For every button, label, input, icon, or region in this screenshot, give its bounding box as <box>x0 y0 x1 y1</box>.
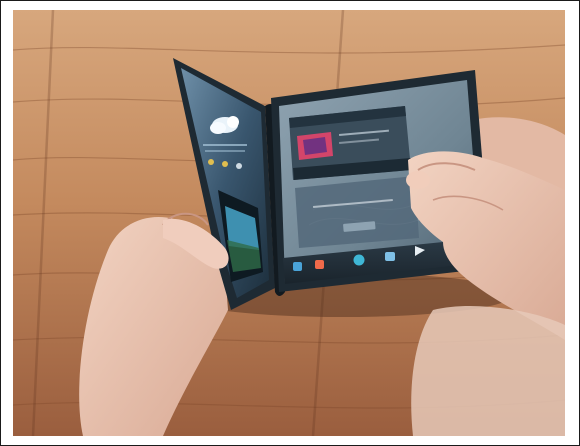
gallery-icon[interactable] <box>385 252 395 261</box>
photo-illustration <box>13 10 565 436</box>
foreground-hand <box>411 305 565 436</box>
photo-frame <box>0 0 580 446</box>
photo-scene <box>13 10 565 436</box>
globe-icon[interactable] <box>353 254 365 266</box>
messages-icon[interactable] <box>315 260 324 269</box>
info-panel <box>295 176 419 248</box>
phone-icon[interactable] <box>293 262 302 271</box>
